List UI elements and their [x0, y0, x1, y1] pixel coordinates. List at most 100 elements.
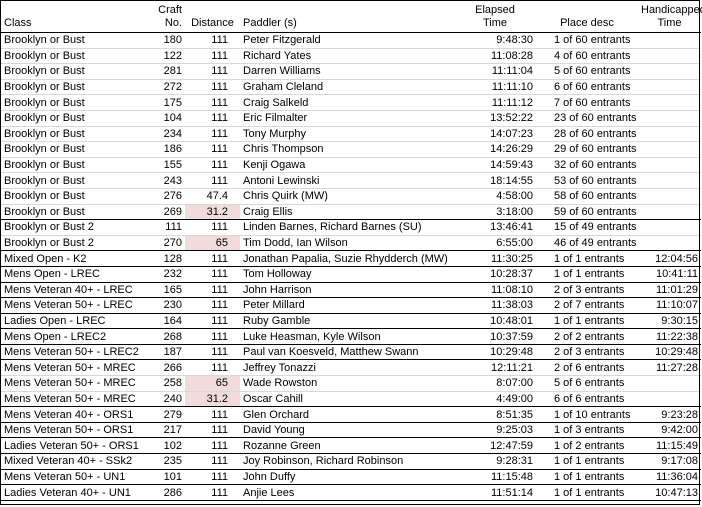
cell-handicapped-time	[638, 172, 701, 189]
table-row: Mens Veteran 50+ - ORS1 217 111 David Young…	[1, 422, 701, 439]
cell-elapsed-time: 10:37:59	[454, 328, 536, 345]
cell-elapsed-time: 10:28:37	[454, 266, 536, 283]
cell-handicapped-time: 11:36:04	[638, 469, 701, 486]
cell-elapsed-time: 9:25:03	[454, 422, 536, 439]
cell-class: Brooklyn or Bust	[1, 204, 139, 221]
table-row: Brooklyn or Bust 243 111 Antoni Lewinski 18:…	[1, 172, 701, 189]
cell-craft-no: 164	[139, 313, 185, 330]
cell-place-desc: 29 of 60 entrants	[536, 141, 638, 158]
cell-distance: 111	[185, 437, 240, 455]
cell-place-desc: 1 of 2 entrants	[536, 437, 638, 455]
cell-paddler: Peter Fitzgerald	[240, 32, 454, 49]
cell-craft-no: 165	[139, 282, 185, 299]
cell-class: Brooklyn or Bust 2	[1, 235, 139, 252]
cell-place-desc: 1 of 1 entrants	[536, 250, 638, 267]
cell-paddler: Luke Heasman, Kyle Wilson	[240, 328, 454, 345]
cell-class: Brooklyn or Bust	[1, 110, 139, 127]
cell-handicapped-time	[638, 204, 701, 221]
cell-place-desc: 1 of 1 entrants	[536, 484, 638, 501]
cell-handicapped-time	[638, 94, 701, 111]
cell-craft-no: 122	[139, 48, 185, 65]
cell-elapsed-time: 14:59:43	[454, 157, 536, 174]
cell-place-desc: 2 of 7 entrants	[536, 297, 638, 314]
cell-craft-no: 111	[139, 219, 185, 236]
cell-elapsed-time: 6:55:00	[454, 235, 536, 252]
cell-paddler: Rozanne Green	[240, 437, 454, 455]
cell-distance: 111	[185, 79, 240, 96]
cell-class: Brooklyn or Bust	[1, 126, 139, 143]
cell-handicapped-time: 9:17:08	[638, 453, 701, 470]
cell-craft-no: 281	[139, 63, 185, 80]
cell-paddler: Antoni Lewinski	[240, 172, 454, 189]
header-paddler: Paddler (s)	[240, 0, 454, 33]
cell-elapsed-time: 11:11:04	[454, 63, 536, 80]
table-header: Class Craft No. Distance Paddler (s) Ela…	[1, 0, 702, 33]
cell-place-desc: 59 of 60 entrants	[536, 204, 638, 221]
table-row: Mens Veteran 40+ - ORS1 279 111 Glen Orchar…	[1, 406, 701, 423]
table-row: Ladies Veteran 40+ - UN1 286 111 Anjie Lees…	[1, 484, 701, 501]
header-elapsed: Elapsed Time	[454, 0, 536, 33]
cell-place-desc: 53 of 60 entrants	[536, 172, 638, 189]
cell-handicapped-time	[638, 375, 701, 392]
cell-distance: 111	[185, 328, 240, 345]
cell-place-desc: 28 of 60 entrants	[536, 126, 638, 143]
cell-paddler: Tom Holloway	[240, 266, 454, 283]
cell-craft-no: 269	[139, 204, 185, 221]
cell-elapsed-time: 4:49:00	[454, 391, 536, 408]
cell-class: Mens Veteran 50+ - LREC2	[1, 344, 139, 361]
cell-craft-no: 272	[139, 79, 185, 96]
cell-paddler: Joy Robinson, Richard Robinson	[240, 453, 454, 470]
cell-distance: 31.2	[185, 391, 240, 408]
cell-paddler: Chris Thompson	[240, 141, 454, 158]
cell-elapsed-time: 11:51:14	[454, 484, 536, 501]
header-handicapped-line2: Time	[657, 17, 682, 29]
cell-elapsed-time: 12:47:59	[454, 437, 536, 455]
cell-paddler: Peter Millard	[240, 297, 454, 314]
cell-distance: 111	[185, 297, 240, 314]
cell-class: Mens Open - LREC	[1, 266, 139, 283]
cell-handicapped-time	[638, 141, 701, 158]
header-handicapped-line1: Handicapped	[641, 4, 702, 16]
cell-place-desc: 58 of 60 entrants	[536, 188, 638, 205]
cell-class: Mixed Veteran 40+ - SSk2	[1, 453, 139, 470]
cell-elapsed-time: 11:15:48	[454, 469, 536, 486]
cell-place-desc: 4 of 60 entrants	[536, 48, 638, 65]
cell-craft-no: 187	[139, 344, 185, 361]
cell-elapsed-time: 11:11:12	[454, 94, 536, 111]
cell-craft-no: 232	[139, 266, 185, 283]
cell-class: Brooklyn or Bust	[1, 32, 139, 49]
results-sheet: Class Craft No. Distance Paddler (s) Ela…	[0, 0, 702, 507]
cell-class: Brooklyn or Bust	[1, 172, 139, 189]
table-row: Mens Veteran 40+ - LREC 165 111 John Harris…	[1, 282, 701, 299]
cell-distance: 111	[185, 469, 240, 486]
cell-elapsed-time: 8:07:00	[454, 375, 536, 392]
cell-place-desc: 2 of 6 entrants	[536, 359, 638, 377]
cell-handicapped-time: 11:10:07	[638, 297, 701, 314]
cell-distance: 111	[185, 453, 240, 470]
table-row: Brooklyn or Bust 155 111 Kenji Ogawa 14:59:4…	[1, 157, 701, 174]
header-elapsed-line1: Elapsed	[475, 4, 515, 16]
cell-handicapped-time: 11:27:28	[638, 359, 701, 377]
table-body: Brooklyn or Bust 180 111 Peter Fitzgerald 9:…	[1, 32, 701, 501]
cell-elapsed-time: 13:46:41	[454, 219, 536, 236]
cell-class: Mens Veteran 50+ - UN1	[1, 469, 139, 486]
table-row: Mens Veteran 50+ - LREC 230 111 Peter Milla…	[1, 297, 701, 314]
table-row: Mens Open - LREC2 268 111 Luke Heasman, Kyl…	[1, 328, 701, 345]
cell-craft-no: 266	[139, 359, 185, 377]
cell-elapsed-time: 10:29:48	[454, 344, 536, 361]
table-row: Mixed Open - K2 128 111 Jonathan Papalia, S…	[1, 250, 701, 267]
cell-distance: 111	[185, 110, 240, 127]
cell-distance: 111	[185, 484, 240, 501]
cell-distance: 111	[185, 344, 240, 361]
cell-distance: 111	[185, 250, 240, 267]
cell-distance: 111	[185, 219, 240, 236]
cell-handicapped-time: 10:41:11	[638, 266, 701, 283]
cell-distance: 65	[185, 375, 240, 392]
cell-craft-no: 243	[139, 172, 185, 189]
cell-paddler: David Young	[240, 422, 454, 439]
cell-handicapped-time: 9:23:28	[638, 406, 701, 423]
cell-paddler: Darren Williams	[240, 63, 454, 80]
header-row: Class Craft No. Distance Paddler (s) Ela…	[1, 0, 702, 33]
cell-craft-no: 268	[139, 328, 185, 345]
cell-distance: 111	[185, 141, 240, 158]
